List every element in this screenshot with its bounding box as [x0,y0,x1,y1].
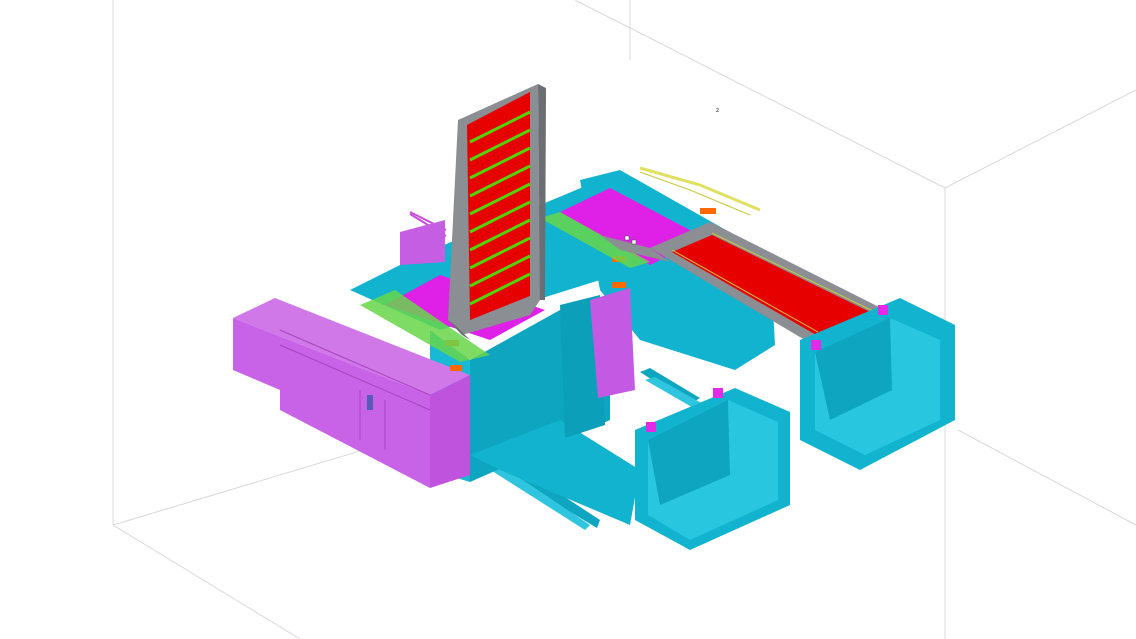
axis-marker: z [716,107,720,114]
vertical-stair-ladder [448,84,546,340]
bottom-pit-block [635,388,790,550]
model-scene[interactable] [0,0,1136,639]
3d-viewport[interactable]: z [0,0,1136,639]
